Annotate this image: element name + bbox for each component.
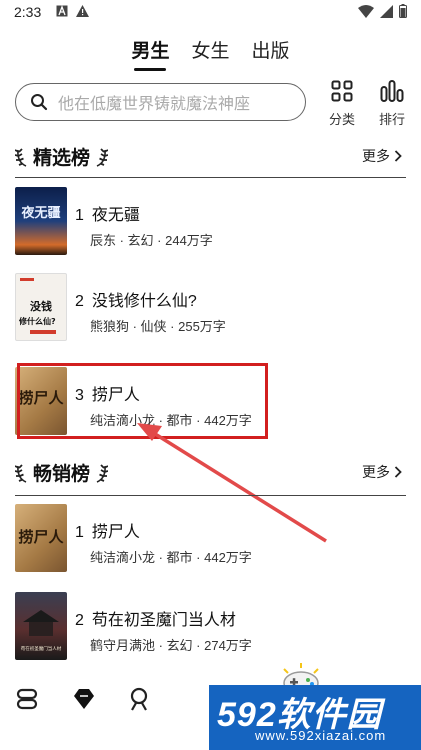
section-bestseller-title: 畅销榜 [33, 463, 91, 485]
book-item[interactable]: 苟在初圣魔门当人材 2 苟在初圣魔门当人材 鹤守月满池 · 玄幻 · 274万字 [15, 592, 406, 662]
watermark-url: www.592xiazai.com [255, 728, 387, 743]
more-bestseller-button[interactable]: 更多 [362, 462, 402, 482]
section-divider [15, 495, 406, 496]
discover-diamond-icon[interactable] [72, 687, 96, 711]
laurel-left-icon [15, 464, 27, 483]
book-rank: 2 [75, 612, 84, 629]
book-meta: 纯洁滴小龙 · 都市 · 442万字 [90, 550, 252, 565]
section-bestseller-header: 畅销榜 更多 [15, 457, 406, 487]
chevron-right-icon [394, 466, 402, 478]
book-rank: 1 [75, 524, 84, 541]
watermark-banner: 592软件园 www.592xiazai.com [209, 685, 421, 750]
cover-title: 捞尸人 [18, 528, 64, 546]
profile-icon[interactable] [128, 687, 150, 711]
laurel-right-icon [96, 464, 109, 483]
book-meta: 鹤守月满池 · 玄幻 · 274万字 [90, 638, 252, 653]
cover-title: 苟在初圣魔门当人材 [21, 645, 62, 652]
bookshelf-icon[interactable] [16, 688, 38, 710]
book-title: 捞尸人 [91, 524, 140, 541]
book-title: 苟在初圣魔门当人材 [91, 612, 236, 629]
book-item[interactable]: 捞尸人 1 捞尸人 纯洁滴小龙 · 都市 · 442万字 [15, 504, 406, 574]
book-cover: 捞尸人 [15, 504, 67, 572]
book-cover: 苟在初圣魔门当人材 [15, 592, 67, 660]
more-label: 更多 [362, 464, 390, 480]
